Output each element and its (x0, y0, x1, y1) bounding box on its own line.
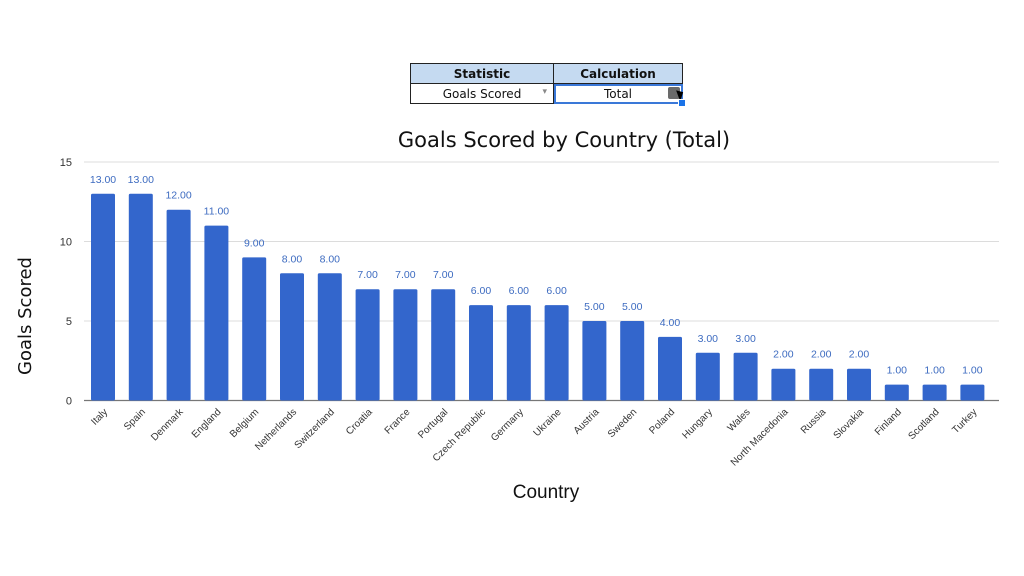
data-label: 11.00 (204, 206, 230, 218)
data-label: 1.00 (924, 365, 945, 377)
x-tick-label: Finland (873, 407, 904, 438)
bar-russia[interactable] (809, 368, 834, 401)
x-axis-label: Country (513, 482, 580, 503)
bar-poland[interactable] (658, 336, 682, 401)
y-axis-label: Goals Scored (15, 257, 36, 375)
x-tick-label: Switzerland (293, 407, 337, 451)
bar-scotland[interactable] (922, 384, 947, 401)
data-label: 13.00 (90, 174, 116, 186)
data-label: 5.00 (584, 301, 605, 313)
data-label: 12.00 (165, 190, 191, 202)
bar-czech-republic[interactable] (469, 305, 493, 401)
data-label: 7.00 (357, 269, 378, 281)
bar-italy[interactable] (91, 193, 115, 401)
data-label: 6.00 (546, 285, 567, 297)
bar-austria[interactable] (582, 321, 607, 401)
x-tick-label: Sweden (606, 407, 639, 440)
data-label: 4.00 (660, 317, 681, 329)
data-label: 6.00 (509, 285, 530, 297)
bar-england[interactable] (204, 225, 229, 401)
bar-belgium[interactable] (242, 257, 267, 401)
data-label: 5.00 (622, 301, 643, 313)
x-tick-label: Scotland (906, 407, 941, 442)
data-label: 2.00 (773, 349, 794, 361)
data-label: 8.00 (282, 253, 303, 265)
bar-chart: 13.00 13.00 12.00 11.00 9.00 8.00 8.00 7.00 7.00… (15, 157, 999, 503)
data-label: 9.00 (244, 237, 265, 249)
data-label: 3.00 (698, 333, 719, 345)
x-tick-label: Portugal (416, 407, 450, 441)
data-label: 1.00 (962, 365, 983, 377)
data-label: 8.00 (320, 253, 341, 265)
bar-denmark[interactable] (166, 209, 191, 401)
y-tick-label: 10 (60, 237, 72, 249)
bar-north-macedonia[interactable] (771, 368, 796, 401)
bar-spain[interactable] (128, 193, 153, 401)
x-tick-label: Italy (89, 407, 110, 428)
bar-wales[interactable] (733, 352, 758, 401)
x-tick-label: Ukraine (532, 407, 564, 439)
bar-croatia[interactable] (355, 289, 380, 401)
bar-france[interactable] (393, 289, 418, 401)
bar-hungary[interactable] (695, 352, 720, 401)
x-tick-label: Denmark (149, 406, 186, 443)
bar-germany[interactable] (506, 305, 531, 401)
bar-finland[interactable] (884, 384, 909, 401)
x-tick-label: Poland (647, 407, 677, 437)
data-label: 2.00 (849, 349, 870, 361)
bar-slovakia[interactable] (847, 368, 871, 401)
x-tick-label: Austria (572, 407, 602, 437)
bar-switzerland[interactable] (317, 273, 342, 401)
bar-netherlands[interactable] (280, 273, 304, 401)
x-tick-label: Croatia (344, 407, 375, 438)
x-tick-label: Hungary (680, 407, 715, 442)
data-label: 2.00 (811, 349, 832, 361)
x-tick-label: Spain (122, 407, 148, 433)
x-tick-label: Germany (489, 407, 526, 444)
x-tick-label: Slovakia (832, 407, 867, 442)
bar-ukraine[interactable] (544, 305, 569, 401)
data-label: 13.00 (128, 174, 154, 186)
x-tick-label: England (190, 407, 224, 441)
x-tick-label: Wales (726, 407, 753, 434)
x-tick-label: Turkey (950, 407, 979, 436)
y-tick-label: 0 (66, 396, 72, 408)
data-label: 7.00 (433, 269, 454, 281)
x-tick-label: Russia (799, 407, 829, 437)
bar-sweden[interactable] (620, 321, 645, 401)
bar-turkey[interactable] (960, 384, 985, 401)
y-tick-label: 5 (66, 316, 72, 328)
data-label: 3.00 (735, 333, 756, 345)
data-label: 6.00 (471, 285, 492, 297)
data-label: 1.00 (887, 365, 908, 377)
x-tick-label: Belgium (228, 407, 261, 440)
bar-portugal[interactable] (431, 289, 456, 401)
y-tick-label: 15 (60, 157, 72, 169)
x-tick-label: France (383, 407, 413, 437)
data-label: 7.00 (395, 269, 416, 281)
